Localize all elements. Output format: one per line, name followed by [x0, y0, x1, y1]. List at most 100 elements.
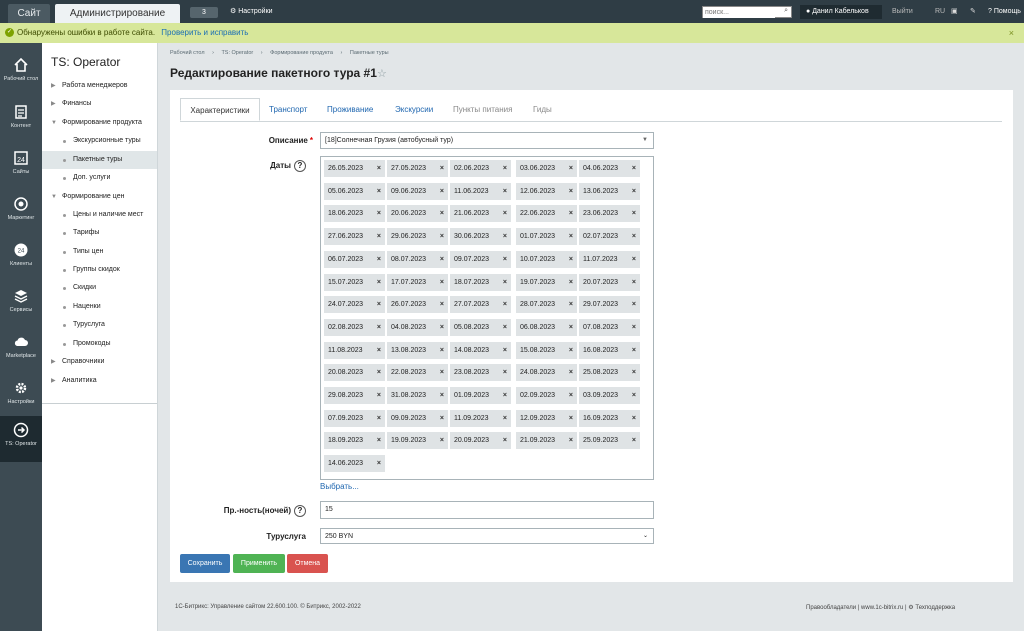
screen-icon[interactable]: ▣: [951, 5, 958, 19]
menu-desktop[interactable]: Рабочий стол: [0, 51, 42, 97]
remove-date-icon[interactable]: ×: [632, 364, 636, 381]
help-link[interactable]: ? Помощь: [988, 5, 1021, 19]
remove-date-icon[interactable]: ×: [503, 432, 507, 449]
remove-date-icon[interactable]: ×: [377, 342, 381, 359]
remove-date-icon[interactable]: ×: [632, 432, 636, 449]
remove-date-icon[interactable]: ×: [569, 387, 573, 404]
remove-date-icon[interactable]: ×: [377, 205, 381, 222]
submenu-item[interactable]: ▶ Работа менеджеров: [42, 77, 157, 95]
submenu-item[interactable]: Наценки: [42, 298, 157, 316]
cancel-button[interactable]: Отмена: [287, 554, 328, 573]
remove-date-icon[interactable]: ×: [632, 183, 636, 200]
remove-date-icon[interactable]: ×: [569, 410, 573, 427]
remove-date-icon[interactable]: ×: [377, 160, 381, 177]
help-icon[interactable]: ?: [294, 505, 306, 517]
menu-services[interactable]: Сервисы: [0, 282, 42, 328]
remove-date-icon[interactable]: ×: [569, 228, 573, 245]
menu-clients[interactable]: 24 Клиенты: [0, 236, 42, 282]
tab-transport[interactable]: Транспорт: [269, 98, 307, 121]
remove-date-icon[interactable]: ×: [503, 228, 507, 245]
remove-date-icon[interactable]: ×: [569, 251, 573, 268]
remove-date-icon[interactable]: ×: [569, 319, 573, 336]
remove-date-icon[interactable]: ×: [632, 274, 636, 291]
breadcrumb-item[interactable]: Рабочий стол: [170, 50, 205, 56]
remove-date-icon[interactable]: ×: [503, 251, 507, 268]
submenu-item[interactable]: ▼ Формирование цен: [42, 188, 157, 206]
remove-date-icon[interactable]: ×: [569, 160, 573, 177]
remove-date-icon[interactable]: ×: [440, 432, 444, 449]
remove-date-icon[interactable]: ×: [569, 342, 573, 359]
user-button[interactable]: ● Данил Кабельков: [800, 5, 882, 19]
remove-date-icon[interactable]: ×: [440, 296, 444, 313]
submenu-item[interactable]: Промокоды: [42, 335, 157, 353]
remove-date-icon[interactable]: ×: [503, 296, 507, 313]
tab-admin[interactable]: Администрирование: [55, 4, 180, 23]
remove-date-icon[interactable]: ×: [377, 274, 381, 291]
remove-date-icon[interactable]: ×: [377, 364, 381, 381]
submenu-item[interactable]: Цены и наличие мест: [42, 206, 157, 224]
remove-date-icon[interactable]: ×: [632, 342, 636, 359]
remove-date-icon[interactable]: ×: [503, 205, 507, 222]
remove-date-icon[interactable]: ×: [440, 160, 444, 177]
remove-date-icon[interactable]: ×: [440, 183, 444, 200]
remove-date-icon[interactable]: ×: [440, 228, 444, 245]
submenu-item[interactable]: Экскурсионные туры: [42, 132, 157, 150]
submenu-item[interactable]: Скидки: [42, 279, 157, 297]
remove-date-icon[interactable]: ×: [377, 251, 381, 268]
lang-switch[interactable]: RU: [935, 5, 945, 19]
remove-date-icon[interactable]: ×: [503, 410, 507, 427]
tab-meal-points[interactable]: Пункты питания: [453, 98, 512, 121]
help-icon[interactable]: ?: [294, 160, 306, 172]
remove-date-icon[interactable]: ×: [503, 274, 507, 291]
remove-date-icon[interactable]: ×: [632, 319, 636, 336]
remove-date-icon[interactable]: ×: [503, 319, 507, 336]
remove-date-icon[interactable]: ×: [632, 387, 636, 404]
search-input[interactable]: [703, 7, 775, 18]
remove-date-icon[interactable]: ×: [503, 387, 507, 404]
remove-date-icon[interactable]: ×: [569, 183, 573, 200]
remove-date-icon[interactable]: ×: [440, 410, 444, 427]
breadcrumb-item[interactable]: Пакетные туры: [350, 50, 389, 56]
menu-content[interactable]: Контент: [0, 98, 42, 144]
remove-date-icon[interactable]: ×: [569, 274, 573, 291]
tour-service-select[interactable]: 250 BYN ⌄: [320, 528, 654, 544]
menu-settings[interactable]: Настройки: [0, 374, 42, 420]
submenu-item[interactable]: Типы цен: [42, 243, 157, 261]
remove-date-icon[interactable]: ×: [569, 432, 573, 449]
remove-date-icon[interactable]: ×: [632, 296, 636, 313]
remove-date-icon[interactable]: ×: [440, 205, 444, 222]
remove-date-icon[interactable]: ×: [569, 364, 573, 381]
settings-link[interactable]: ⚙ Настройки: [230, 5, 273, 18]
description-select[interactable]: [18]Солнечная Грузия (автобусный тур) ▼: [320, 132, 654, 149]
footer-links-text[interactable]: Правообладатели | www.1c-bitrix.ru |: [806, 605, 907, 611]
tab-guides[interactable]: Гиды: [533, 98, 552, 121]
menu-marketing[interactable]: Маркетинг: [0, 190, 42, 236]
remove-date-icon[interactable]: ×: [377, 455, 381, 472]
submenu-item[interactable]: Доп. услуги: [42, 169, 157, 187]
breadcrumb-item[interactable]: TS: Operator: [221, 50, 253, 56]
remove-date-icon[interactable]: ×: [440, 342, 444, 359]
apply-button[interactable]: Применить: [233, 554, 285, 573]
tab-accommodation[interactable]: Проживание: [327, 98, 373, 121]
pin-icon[interactable]: ✎: [970, 5, 976, 19]
submenu-item[interactable]: Туруслуга: [42, 316, 157, 334]
support-link[interactable]: Техподдержка: [915, 605, 955, 611]
submenu-item[interactable]: Группы скидок: [42, 261, 157, 279]
remove-date-icon[interactable]: ×: [503, 364, 507, 381]
remove-date-icon[interactable]: ×: [377, 296, 381, 313]
menu-sites[interactable]: 24 Сайты: [0, 144, 42, 190]
choose-dates-link[interactable]: Выбрать...: [320, 482, 359, 491]
remove-date-icon[interactable]: ×: [377, 319, 381, 336]
remove-date-icon[interactable]: ×: [377, 432, 381, 449]
search-icon[interactable]: ⌕: [784, 7, 788, 15]
remove-date-icon[interactable]: ×: [440, 274, 444, 291]
remove-date-icon[interactable]: ×: [569, 205, 573, 222]
remove-date-icon[interactable]: ×: [503, 183, 507, 200]
remove-date-icon[interactable]: ×: [440, 251, 444, 268]
remove-date-icon[interactable]: ×: [440, 364, 444, 381]
tab-characteristics[interactable]: Характеристики: [180, 98, 260, 121]
submenu-item[interactable]: ▶ Аналитика: [42, 372, 157, 390]
remove-date-icon[interactable]: ×: [377, 183, 381, 200]
star-icon[interactable]: ☆: [377, 67, 387, 80]
dates-multiselect[interactable]: 26.05.2023 × 27.05.2023 × 02.06.2023 × 03.06.2…: [320, 156, 654, 480]
